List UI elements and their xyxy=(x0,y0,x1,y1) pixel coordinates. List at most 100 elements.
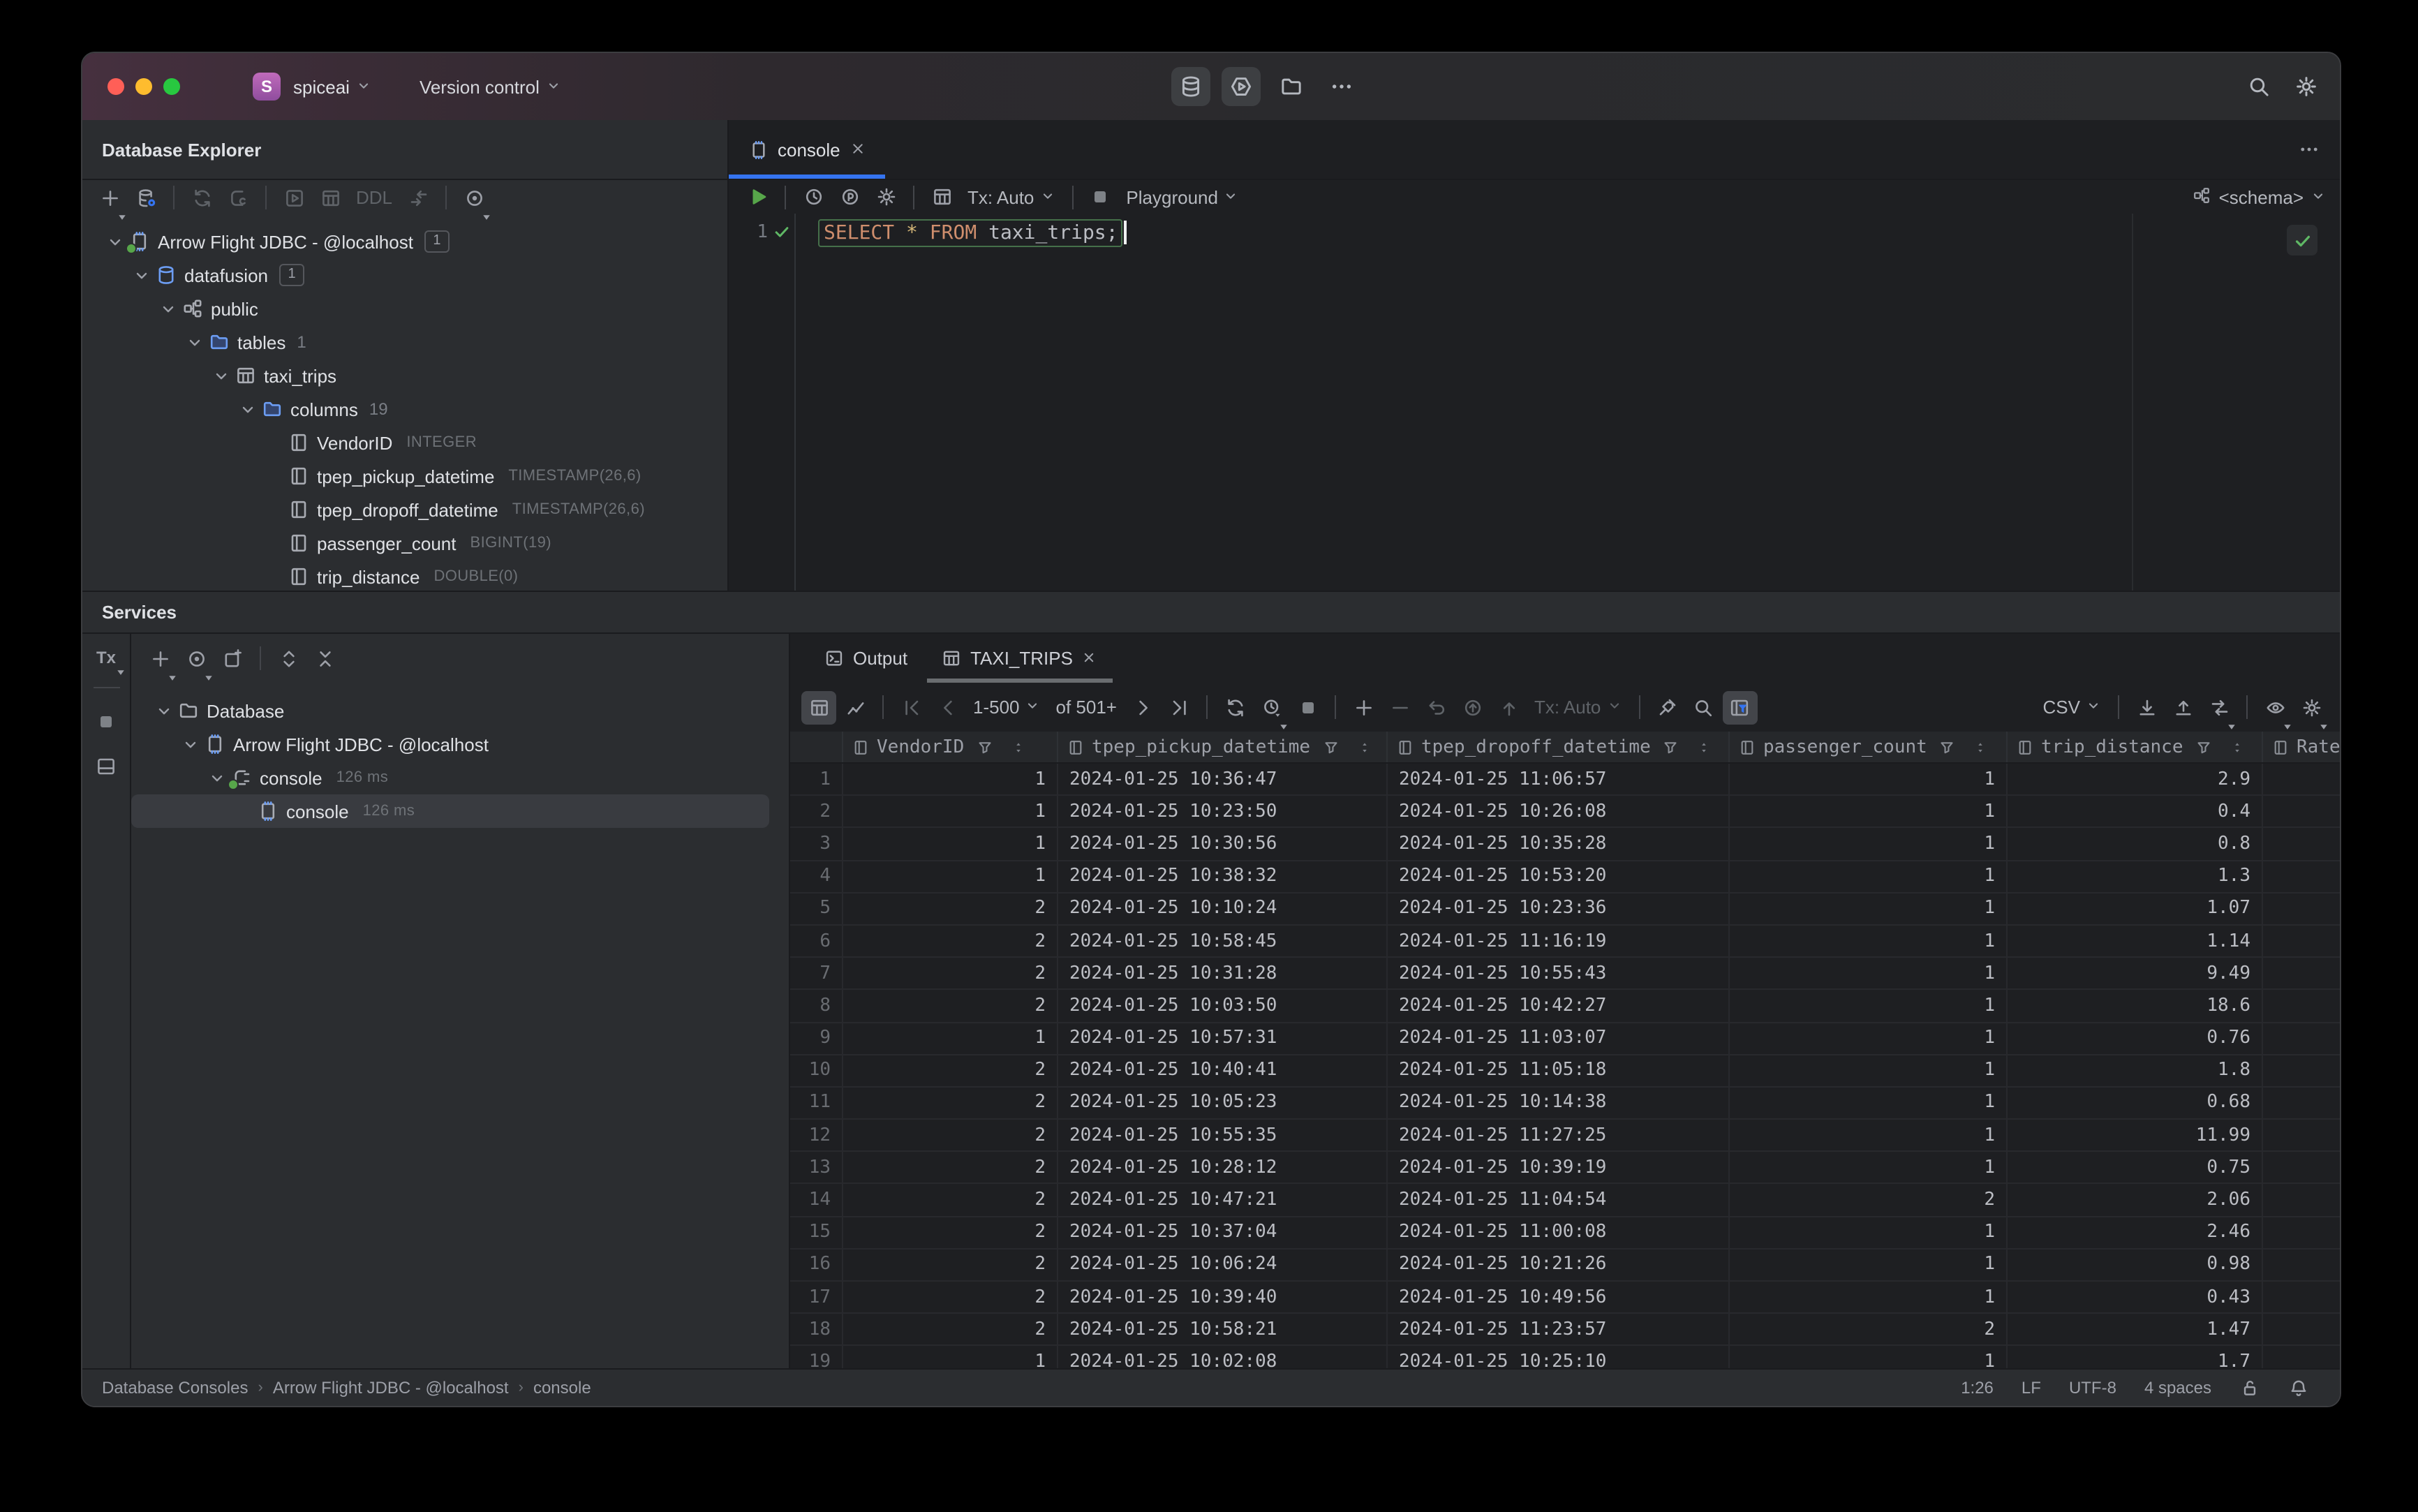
cell-tpep-pickup-datetime[interactable]: 2024-01-25 10:55:35 xyxy=(1058,1120,1388,1151)
add-icon[interactable] xyxy=(92,181,127,219)
row-number[interactable]: 1 xyxy=(790,764,843,795)
cell-passenger-count[interactable]: 1 xyxy=(1730,893,2008,924)
upload-icon[interactable] xyxy=(2165,690,2200,724)
prev-page-icon[interactable] xyxy=(930,690,965,724)
tx-strip-button[interactable]: Tx xyxy=(94,645,124,675)
cell-vendorid[interactable]: 2 xyxy=(843,1152,1058,1183)
tree-item-console[interactable]: console 126 ms xyxy=(131,761,789,794)
cell-tpep-dropoff-datetime[interactable]: 2024-01-25 10:55:43 xyxy=(1388,958,1730,989)
search-icon[interactable] xyxy=(1686,690,1721,724)
first-page-icon[interactable] xyxy=(893,690,928,724)
row-number[interactable]: 11 xyxy=(790,1087,843,1119)
tree-item-tpep-pickup-datetime[interactable]: tpep_pickup_datetime TIMESTAMP(26,6) xyxy=(82,459,727,493)
cell-rate[interactable] xyxy=(2263,1250,2340,1280)
cell-tpep-dropoff-datetime[interactable]: 2024-01-25 10:26:08 xyxy=(1388,796,1730,827)
schema-selector[interactable]: <schema> xyxy=(2193,180,2326,214)
version-control-menu[interactable]: Version control xyxy=(420,76,562,97)
cell-trip-distance[interactable]: 2.06 xyxy=(2008,1184,2263,1216)
tx-mode-selector[interactable]: Tx: Auto xyxy=(960,186,1062,207)
cell-rate[interactable] xyxy=(2263,829,2340,859)
cell-tpep-pickup-datetime[interactable]: 2024-01-25 10:05:23 xyxy=(1058,1087,1388,1119)
cell-rate[interactable] xyxy=(2263,1217,2340,1247)
next-page-icon[interactable] xyxy=(1125,690,1160,724)
new-console-icon[interactable] xyxy=(221,181,255,214)
cell-rate[interactable] xyxy=(2263,991,2340,1021)
chevron-down-icon[interactable] xyxy=(105,231,126,252)
cell-tpep-dropoff-datetime[interactable]: 2024-01-25 11:27:25 xyxy=(1388,1120,1730,1151)
cell-passenger-count[interactable]: 1 xyxy=(1730,796,2008,827)
last-page-icon[interactable] xyxy=(1162,690,1196,724)
row-number[interactable]: 6 xyxy=(790,925,843,957)
cell-trip-distance[interactable]: 11.99 xyxy=(2008,1120,2263,1151)
cell-tpep-dropoff-datetime[interactable]: 2024-01-25 11:00:08 xyxy=(1388,1217,1730,1248)
cell-tpep-pickup-datetime[interactable]: 2024-01-25 10:10:24 xyxy=(1058,893,1388,924)
filter-funnel-icon[interactable] xyxy=(975,738,993,756)
column-header-passenger-count[interactable]: passenger_count xyxy=(1730,732,2008,762)
row-number[interactable]: 12 xyxy=(790,1120,843,1151)
sort-arrows-icon[interactable] xyxy=(2230,738,2245,756)
cell-tpep-pickup-datetime[interactable]: 2024-01-25 10:57:31 xyxy=(1058,1023,1388,1054)
navigate-icon[interactable] xyxy=(401,181,436,214)
cell-passenger-count[interactable]: 1 xyxy=(1730,1055,2008,1086)
cell-trip-distance[interactable]: 0.8 xyxy=(2008,828,2263,860)
breadcrumb-database-consoles[interactable]: Database Consoles xyxy=(102,1378,248,1398)
cell-tpep-dropoff-datetime[interactable]: 2024-01-25 11:03:07 xyxy=(1388,1023,1730,1054)
row-number[interactable]: 3 xyxy=(790,828,843,860)
chart-icon[interactable] xyxy=(838,690,873,724)
cell-vendorid[interactable]: 2 xyxy=(843,1055,1058,1086)
revert-icon[interactable] xyxy=(1418,690,1453,724)
cell-vendorid[interactable]: 2 xyxy=(843,1249,1058,1280)
data-source-properties-icon[interactable] xyxy=(128,181,163,214)
cell-rate[interactable] xyxy=(2263,1088,2340,1118)
export-format-selector[interactable]: CSV xyxy=(2036,697,2108,718)
cell-passenger-count[interactable]: 2 xyxy=(1730,1184,2008,1216)
close-window-button[interactable] xyxy=(107,78,124,95)
tree-item-arrow-flight-jdbc-localhost[interactable]: Arrow Flight JDBC - @localhost xyxy=(131,727,789,761)
cell-tpep-dropoff-datetime[interactable]: 2024-01-25 10:39:19 xyxy=(1388,1152,1730,1183)
breadcrumb-arrow-flight-jdbc-localhost[interactable]: Arrow Flight JDBC - @localhost xyxy=(273,1378,509,1398)
sort-arrows-icon[interactable] xyxy=(1010,738,1025,756)
cell-tpep-dropoff-datetime[interactable]: 2024-01-25 10:35:28 xyxy=(1388,828,1730,860)
stop-icon[interactable] xyxy=(1290,690,1325,724)
row-number[interactable]: 9 xyxy=(790,1023,843,1054)
cell-tpep-pickup-datetime[interactable]: 2024-01-25 10:30:56 xyxy=(1058,828,1388,860)
chevron-down-icon[interactable] xyxy=(154,700,175,721)
cell-vendorid[interactable]: 1 xyxy=(843,861,1058,892)
filter-funnel-icon[interactable] xyxy=(1662,738,1680,756)
breadcrumb-console[interactable]: console xyxy=(533,1378,591,1398)
cell-vendorid[interactable]: 2 xyxy=(843,958,1058,989)
cell-passenger-count[interactable]: 1 xyxy=(1730,1087,2008,1119)
cell-passenger-count[interactable]: 1 xyxy=(1730,861,2008,892)
refresh-icon[interactable] xyxy=(184,181,219,214)
parameters-icon[interactable] xyxy=(832,180,867,214)
chevron-down-icon[interactable] xyxy=(207,767,228,788)
cell-rate[interactable] xyxy=(2263,958,2340,988)
history-icon[interactable] xyxy=(796,180,831,214)
row-number[interactable]: 18 xyxy=(790,1314,843,1345)
row-number[interactable]: 4 xyxy=(790,861,843,892)
cell-tpep-pickup-datetime[interactable]: 2024-01-25 10:40:41 xyxy=(1058,1055,1388,1086)
cell-rate[interactable] xyxy=(2263,764,2340,794)
cell-tpep-dropoff-datetime[interactable]: 2024-01-25 11:04:54 xyxy=(1388,1184,1730,1216)
cell-passenger-count[interactable]: 1 xyxy=(1730,764,2008,795)
minimize-window-button[interactable] xyxy=(135,78,152,95)
cell-tpep-pickup-datetime[interactable]: 2024-01-25 10:03:50 xyxy=(1058,990,1388,1021)
row-number[interactable]: 5 xyxy=(790,893,843,924)
row-number[interactable]: 15 xyxy=(790,1217,843,1248)
table-data-icon[interactable] xyxy=(924,180,959,214)
row-number[interactable]: 17 xyxy=(790,1282,843,1313)
tree-item-tpep-dropoff-datetime[interactable]: tpep_dropoff_datetime TIMESTAMP(26,6) xyxy=(82,493,727,526)
zoom-window-button[interactable] xyxy=(163,78,180,95)
chevron-down-icon[interactable] xyxy=(211,365,232,386)
cell-tpep-pickup-datetime[interactable]: 2024-01-25 10:28:12 xyxy=(1058,1152,1388,1183)
cell-trip-distance[interactable]: 1.8 xyxy=(2008,1055,2263,1086)
submit-icon[interactable] xyxy=(1455,690,1490,724)
tab-taxi-trips[interactable]: TAXI_TRIPS xyxy=(927,634,1114,683)
pin-icon[interactable] xyxy=(1649,690,1684,724)
row-number[interactable]: 14 xyxy=(790,1184,843,1216)
cell-passenger-count[interactable]: 1 xyxy=(1730,1217,2008,1248)
cell-vendorid[interactable]: 2 xyxy=(843,1087,1058,1119)
ddl-button[interactable]: DDL xyxy=(349,187,399,208)
cell-vendorid[interactable]: 2 xyxy=(843,1314,1058,1345)
tree-item-tables[interactable]: tables 1 xyxy=(82,325,727,359)
